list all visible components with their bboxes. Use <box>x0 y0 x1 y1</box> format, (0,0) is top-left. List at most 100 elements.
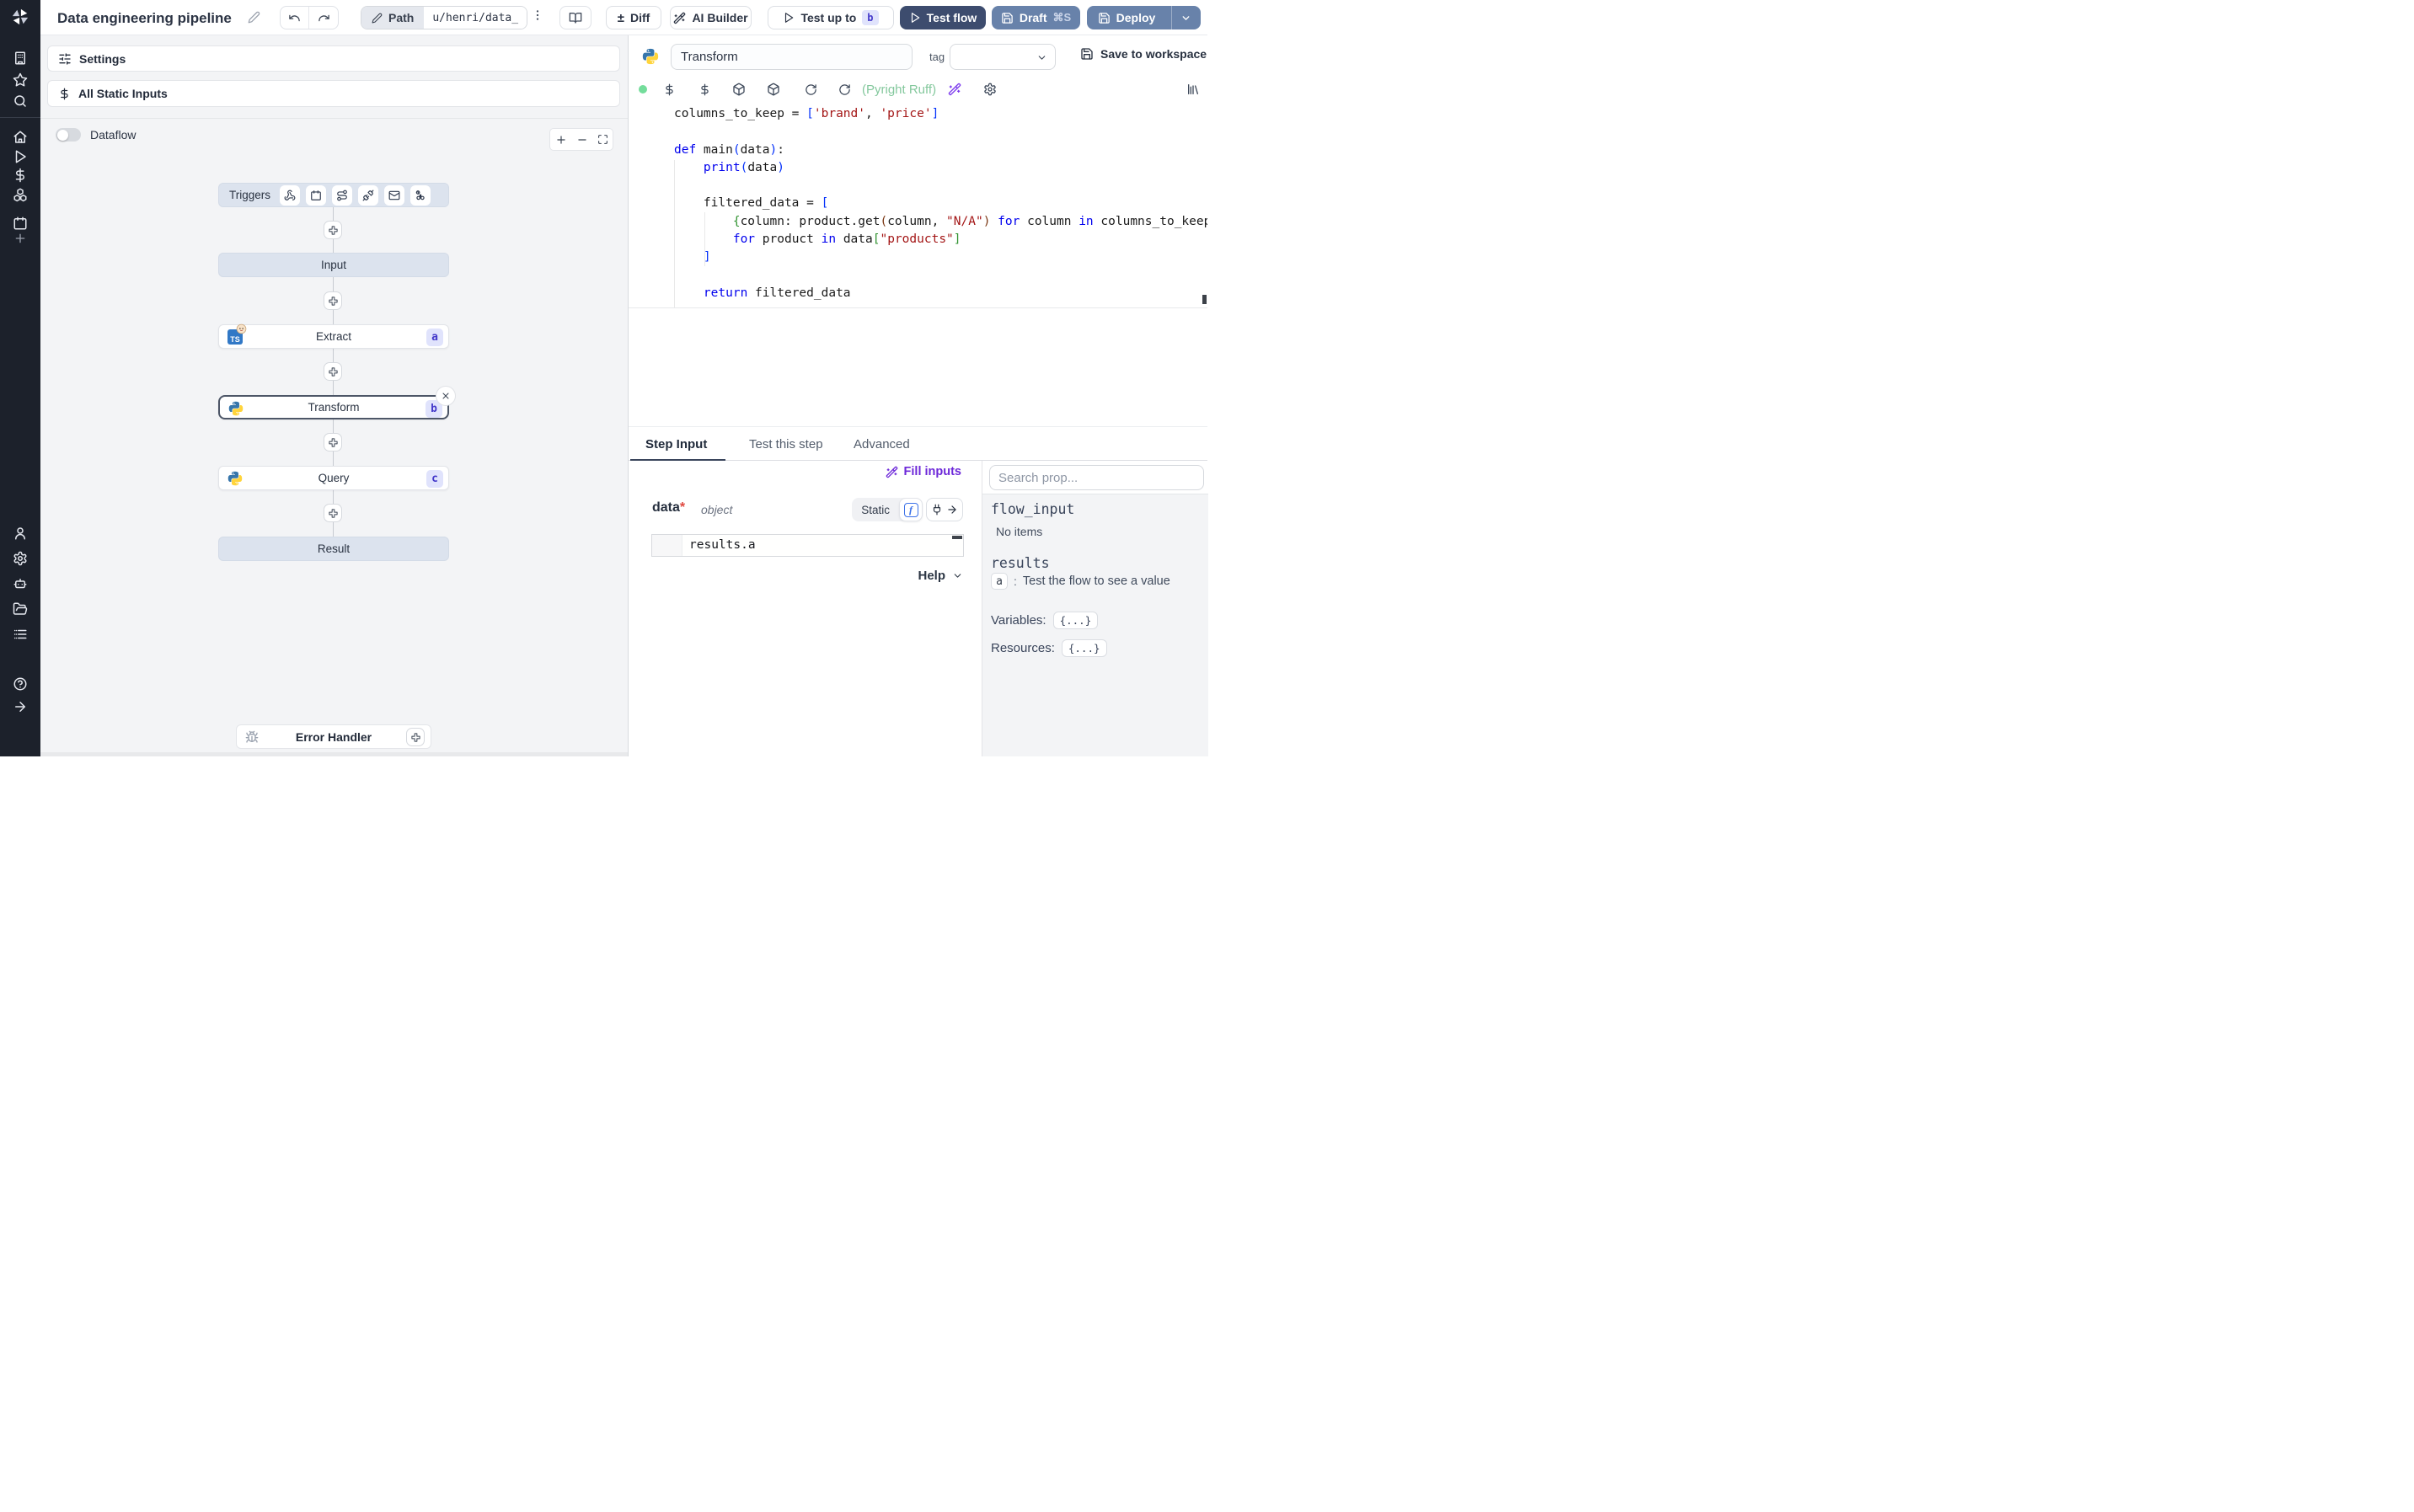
variables-icon[interactable] <box>10 165 30 185</box>
deselect-node-button[interactable] <box>436 386 456 406</box>
route-icon[interactable] <box>332 184 353 206</box>
fit-view-icon[interactable] <box>597 134 608 145</box>
save-icon <box>1098 12 1111 24</box>
insert-step-button[interactable] <box>324 291 342 310</box>
code-editor[interactable]: columns_to_keep = ['brand', 'price'] def… <box>629 103 1207 308</box>
resources-icon[interactable] <box>10 184 30 205</box>
results-section-label[interactable]: results <box>991 555 1050 571</box>
insert-step-button[interactable] <box>324 362 342 381</box>
deploy-button[interactable]: Deploy <box>1087 6 1201 29</box>
step-name-input[interactable] <box>671 44 913 70</box>
pencil-icon <box>372 13 383 24</box>
expression-gutter <box>652 535 682 556</box>
node-transform[interactable]: Transform b <box>218 386 456 419</box>
workers-bot-icon[interactable] <box>10 574 30 594</box>
workspace-icon[interactable] <box>10 48 30 68</box>
ai-builder-button[interactable]: AI Builder <box>670 6 752 29</box>
plug-icon[interactable] <box>931 504 943 516</box>
prop-search-input[interactable] <box>989 465 1204 490</box>
fill-inputs-button[interactable]: Fill inputs <box>886 465 961 478</box>
node-query[interactable]: Query c <box>218 466 449 490</box>
docs-book-button[interactable] <box>559 6 591 29</box>
add-error-handler-button[interactable] <box>406 728 425 746</box>
insert-step-button[interactable] <box>324 504 342 522</box>
redo-button[interactable] <box>309 7 338 29</box>
help-dropdown[interactable]: Help <box>918 569 963 583</box>
node-result[interactable]: Result <box>218 537 449 561</box>
step-input-content: Fill inputs data* object Static f result… <box>629 461 1208 756</box>
editor-settings-icon[interactable] <box>982 81 998 98</box>
tab-test-this-step[interactable]: Test this step <box>749 427 823 462</box>
tab-step-input[interactable]: Step Input <box>645 427 707 462</box>
tab-advanced[interactable]: Advanced <box>854 427 910 462</box>
path-control[interactable]: Path u/henri/data_ <box>361 6 528 29</box>
dataflow-toggle[interactable] <box>56 128 81 142</box>
email-icon[interactable] <box>384 184 405 206</box>
error-handler-node[interactable]: Error Handler <box>236 724 431 749</box>
node-extract[interactable]: TS Extract a <box>218 323 449 349</box>
poll-icon[interactable] <box>410 184 431 206</box>
zoom-out-icon[interactable] <box>576 134 588 146</box>
help-icon[interactable] <box>10 674 30 694</box>
variable-picker-icon[interactable] <box>661 81 677 98</box>
triggers-node[interactable]: Triggers <box>218 183 449 207</box>
webhook-icon[interactable] <box>280 184 301 206</box>
undo-button[interactable] <box>281 7 309 29</box>
search-icon[interactable] <box>10 91 30 111</box>
folders-icon[interactable] <box>10 599 30 619</box>
websocket-icon[interactable] <box>358 184 379 206</box>
add-icon[interactable] <box>10 228 30 248</box>
canvas-horizontal-scrollbar[interactable] <box>40 752 628 756</box>
flow-input-section-label[interactable]: flow_input <box>991 501 1074 517</box>
undo-redo-group <box>280 6 339 29</box>
expression-mode-option[interactable]: f <box>899 498 923 521</box>
schedule-icon[interactable] <box>306 184 327 206</box>
save-icon <box>1001 12 1014 24</box>
tag-select[interactable] <box>950 44 1056 70</box>
insert-step-button[interactable] <box>324 221 342 239</box>
deploy-main[interactable]: Deploy <box>1088 6 1166 29</box>
zoom-in-icon[interactable] <box>555 134 567 146</box>
favorites-icon[interactable] <box>10 70 30 90</box>
package-icon[interactable] <box>731 81 747 98</box>
node-input[interactable]: Input <box>218 253 449 277</box>
flow-settings-button[interactable]: Settings <box>47 45 620 72</box>
static-mode-option[interactable]: Static <box>852 504 899 516</box>
variables-object-badge[interactable]: {...} <box>1052 612 1099 629</box>
refresh-icon[interactable] <box>836 81 853 98</box>
runs-icon[interactable] <box>10 147 30 167</box>
home-icon[interactable] <box>10 127 30 147</box>
path-edit-segment[interactable]: Path <box>361 7 425 29</box>
library-icon[interactable] <box>1185 81 1202 98</box>
insert-step-button[interactable] <box>324 433 342 451</box>
expression-value[interactable]: results.a <box>689 538 756 552</box>
arrow-right-icon[interactable] <box>946 504 958 516</box>
diff-button[interactable]: ± Diff <box>606 6 661 29</box>
refresh-icon[interactable] <box>802 81 819 98</box>
test-flow-button[interactable]: Test flow <box>900 6 986 29</box>
ai-wand-icon[interactable] <box>946 81 963 98</box>
resources-object-badge[interactable]: {...} <box>1061 639 1107 657</box>
settings-gear-icon[interactable] <box>10 548 30 569</box>
expand-rail-icon[interactable] <box>10 697 30 717</box>
save-icon <box>1080 47 1094 61</box>
result-key-badge[interactable]: a <box>991 573 1008 590</box>
path-value[interactable]: u/henri/data_ <box>424 7 527 29</box>
all-static-inputs-button[interactable]: All Static Inputs <box>47 80 620 107</box>
deploy-dropdown-caret[interactable] <box>1171 6 1200 29</box>
expression-editor[interactable]: results.a <box>651 534 964 557</box>
save-to-workspace-button[interactable]: Save to workspace <box>1080 47 1207 61</box>
draft-button[interactable]: Draft ⌘S <box>992 6 1080 29</box>
editor-scrollbar[interactable] <box>1202 295 1207 304</box>
edit-title-icon[interactable] <box>248 11 260 24</box>
canvas-zoom-controls <box>549 128 613 151</box>
package-icon[interactable] <box>765 81 782 98</box>
windmill-logo[interactable] <box>10 7 30 27</box>
prop-picker-panel: flow_input No items results a : Test the… <box>982 461 1208 756</box>
audit-logs-icon[interactable] <box>10 624 30 644</box>
user-icon[interactable] <box>10 523 30 543</box>
resource-picker-icon[interactable] <box>696 81 713 98</box>
more-menu-icon[interactable] <box>531 8 544 22</box>
dataflow-label: Dataflow <box>90 128 136 142</box>
test-up-to-button[interactable]: Test up to b <box>768 6 894 29</box>
